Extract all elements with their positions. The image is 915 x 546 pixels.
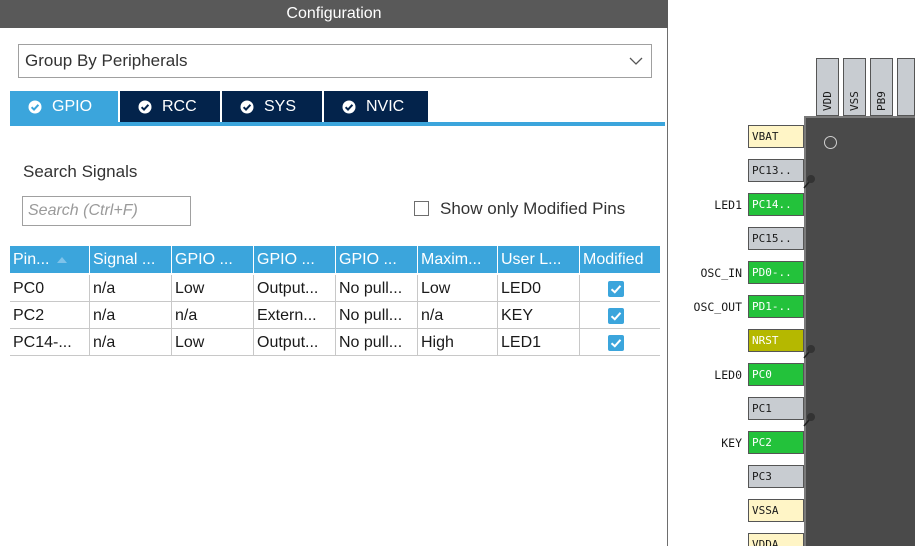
- column-header-signal[interactable]: Signal ...: [90, 246, 172, 273]
- cell-gpio-mode: Output...: [254, 329, 336, 356]
- column-header-pin[interactable]: Pin...: [10, 246, 90, 273]
- cell-gpio-pull: No pull...: [336, 275, 418, 302]
- pin-pc1[interactable]: PC1: [748, 397, 804, 420]
- column-header-gpio-pull[interactable]: GPIO ...: [336, 246, 418, 273]
- pin-pc3[interactable]: PC3: [748, 465, 804, 488]
- mcu-chip-body: [804, 116, 915, 546]
- pushpin-icon: [803, 175, 815, 189]
- tab-gpio[interactable]: GPIO: [10, 91, 118, 123]
- search-signals-label: Search Signals: [23, 162, 138, 181]
- pin-pd0[interactable]: PD0-..: [748, 261, 804, 284]
- pin-pc13[interactable]: PC13..: [748, 159, 804, 182]
- tab-underline: [10, 122, 665, 126]
- cell-pin: PC0: [10, 275, 90, 302]
- column-header-gpio-mode[interactable]: GPIO ...: [254, 246, 336, 273]
- top-pin-vdd[interactable]: VDD: [816, 58, 839, 116]
- table-row[interactable]: PC2 n/a n/a Extern... No pull... n/a KEY: [10, 302, 660, 329]
- pin-pc2[interactable]: PC2: [748, 431, 804, 454]
- pin-pd1[interactable]: PD1-..: [748, 295, 804, 318]
- panel-title: Configuration: [0, 0, 668, 28]
- show-modified-label: Show only Modified Pins: [440, 199, 626, 218]
- cell-max-speed: n/a: [418, 302, 498, 329]
- pin-pc0[interactable]: PC0: [748, 363, 804, 386]
- pin-label-key: KEY: [721, 436, 742, 450]
- pushpin-icon: [803, 345, 815, 359]
- cell-modified: [580, 302, 660, 329]
- pin-label-osc-out: OSC_OUT: [693, 300, 742, 314]
- cell-user-label: KEY: [498, 302, 580, 329]
- peripheral-tabs: GPIO RCC SYS NVIC: [10, 91, 666, 123]
- top-pin-pb9[interactable]: PB9: [870, 58, 893, 116]
- cell-pin: PC14-...: [10, 329, 90, 356]
- cell-user-label: LED0: [498, 275, 580, 302]
- cell-max-speed: Low: [418, 275, 498, 302]
- cell-max-speed: High: [418, 329, 498, 356]
- tab-label: NVIC: [366, 98, 405, 115]
- tab-label: GPIO: [52, 98, 93, 115]
- checkbox-checked-icon[interactable]: [608, 335, 624, 351]
- group-by-dropdown[interactable]: Group By Peripherals: [18, 44, 652, 78]
- checkbox-checked-icon[interactable]: [608, 281, 624, 297]
- pushpin-icon: [803, 413, 815, 427]
- cell-gpio-mode: Extern...: [254, 302, 336, 329]
- group-by-value: Group By Peripherals: [25, 51, 188, 70]
- cell-gpio-output-level: Low: [172, 329, 254, 356]
- checkbox-box[interactable]: [414, 201, 429, 216]
- tab-label: SYS: [264, 98, 297, 115]
- table-row[interactable]: PC0 n/a Low Output... No pull... Low LED…: [10, 275, 660, 302]
- tab-label: RCC: [162, 98, 197, 115]
- pin-label-led0: LED0: [714, 368, 742, 382]
- column-header-max-speed[interactable]: Maxim...: [418, 246, 498, 273]
- pin-label-led1: LED1: [714, 198, 742, 212]
- pin-pc15[interactable]: PC15..: [748, 227, 804, 250]
- pin-vdda[interactable]: VDDA: [748, 533, 804, 546]
- pin-vbat[interactable]: VBAT: [748, 125, 804, 148]
- check-circle-icon: [342, 100, 356, 114]
- check-circle-icon: [28, 100, 42, 114]
- cell-modified: [580, 329, 660, 356]
- cell-signal: n/a: [90, 329, 172, 356]
- cell-user-label: LED1: [498, 329, 580, 356]
- cell-gpio-pull: No pull...: [336, 302, 418, 329]
- check-circle-icon: [240, 100, 254, 114]
- tab-sys[interactable]: SYS: [222, 91, 322, 123]
- chip-pinout-view: VDD VSS PB9 VBAT PC13.. PC14.. PC15.. PD…: [680, 0, 915, 546]
- top-pin-partial[interactable]: [897, 58, 915, 116]
- configuration-panel: Configuration Group By Peripherals GPIO …: [0, 0, 668, 546]
- pin1-indicator-icon: [824, 136, 837, 149]
- cell-gpio-pull: No pull...: [336, 329, 418, 356]
- cell-modified: [580, 275, 660, 302]
- column-header-gpio-output-level[interactable]: GPIO ...: [172, 246, 254, 273]
- tab-nvic[interactable]: NVIC: [324, 91, 428, 123]
- pin-nrst[interactable]: NRST: [748, 329, 804, 352]
- cell-gpio-mode: Output...: [254, 275, 336, 302]
- cell-gpio-output-level: Low: [172, 275, 254, 302]
- checkbox-checked-icon[interactable]: [608, 308, 624, 324]
- column-header-user-label[interactable]: User L...: [498, 246, 580, 273]
- tab-rcc[interactable]: RCC: [120, 91, 220, 123]
- cell-pin: PC2: [10, 302, 90, 329]
- column-header-modified[interactable]: Modified: [580, 246, 660, 273]
- table-row[interactable]: PC14-... n/a Low Output... No pull... Hi…: [10, 329, 660, 356]
- pin-vssa[interactable]: VSSA: [748, 499, 804, 522]
- pin-pc14[interactable]: PC14..: [748, 193, 804, 216]
- cell-gpio-output-level: n/a: [172, 302, 254, 329]
- cell-signal: n/a: [90, 275, 172, 302]
- search-input[interactable]: [22, 196, 191, 226]
- sort-arrow-icon: [57, 256, 68, 263]
- cell-signal: n/a: [90, 302, 172, 329]
- top-pin-vss[interactable]: VSS: [843, 58, 866, 116]
- chevron-down-icon: [629, 57, 643, 65]
- table-header-row: Pin... Signal ... GPIO ... GPIO ... GPIO…: [10, 246, 660, 273]
- pin-label-osc-in: OSC_IN: [700, 266, 742, 280]
- check-circle-icon: [138, 100, 152, 114]
